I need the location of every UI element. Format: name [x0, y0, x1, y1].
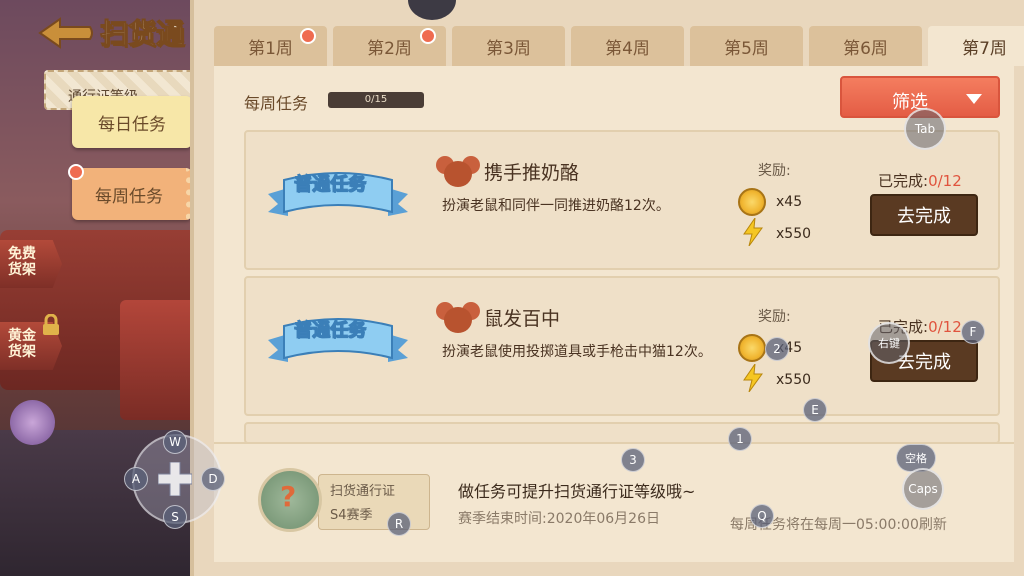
key-space[interactable]: 空格	[896, 444, 936, 472]
task-card: 普通任务 携手推奶酪 扮演老鼠和同伴一同推进奶酪12次。 奖励: x45 x55…	[244, 130, 1000, 270]
page-title: 扫货通	[99, 17, 185, 51]
key-tab[interactable]: Tab	[904, 108, 946, 150]
tab-week-3[interactable]: 第3周	[452, 26, 565, 66]
lightning-icon	[743, 364, 763, 392]
week-1-dot	[300, 28, 316, 44]
weekly-progress-bar: 0/15	[328, 92, 424, 108]
energy-reward: x550	[776, 226, 812, 242]
top-avatar-icon	[408, 0, 456, 20]
go-complete-button[interactable]: 去完成	[870, 194, 978, 236]
key-s[interactable]: S	[163, 505, 187, 529]
question-mark-icon: ?	[280, 480, 297, 513]
tip-text: 做任务可提升扫货通行证等级哦~	[458, 482, 696, 501]
task-title: 鼠发百中	[484, 308, 561, 330]
task-description: 扮演老鼠和同伴一同推进奶酪12次。	[442, 198, 670, 214]
tab-week-3-label: 第3周	[486, 38, 531, 59]
gold-shelf-label: 黄金货架	[8, 328, 36, 360]
key-d[interactable]: D	[201, 467, 225, 491]
mouse-head-icon	[436, 302, 480, 333]
pass-name: 扫货通行证	[330, 484, 396, 499]
completion-label: 已完成:	[878, 172, 929, 190]
completion-status: 已完成:0/12	[878, 170, 962, 191]
tab-daily-tasks[interactable]: 每日任务	[72, 96, 192, 148]
tab-week-4[interactable]: 第4周	[571, 26, 684, 66]
dpad-cross-icon	[158, 462, 192, 496]
chevron-down-icon	[966, 94, 982, 104]
footer-bar: ? 扫货通行证 S4赛季 做任务可提升扫货通行证等级哦~ 赛季结束时间:2020…	[214, 442, 1014, 562]
tab-week-2-label: 第2周	[367, 38, 412, 59]
tab-week-5[interactable]: 第5周	[690, 26, 803, 66]
key-3[interactable]: 3	[621, 448, 645, 472]
tab-week-7[interactable]: 第7周	[928, 26, 1024, 66]
lock-icon	[43, 314, 59, 335]
weekly-tasks-heading: 每周任务	[244, 94, 309, 113]
completion-count: 0/12	[928, 318, 962, 336]
task-card-partial	[244, 422, 1000, 444]
task-type-label: 普通任务	[294, 320, 367, 342]
notification-dot	[68, 164, 84, 180]
key-w[interactable]: W	[163, 430, 187, 454]
mouse-head-icon	[436, 156, 480, 187]
key-e[interactable]: E	[803, 398, 827, 422]
coin-reward: x45	[776, 194, 803, 210]
week-tabs: 第1周 第2周 第3周 第4周 第5周 第6周 第7周	[214, 26, 1024, 66]
back-arrow-icon[interactable]	[36, 16, 96, 50]
task-description: 扮演老鼠使用投掷道具或手枪击中猫12次。	[442, 344, 712, 360]
completion-count: 0/12	[928, 172, 962, 190]
key-1[interactable]: 1	[728, 427, 752, 451]
free-shelf-label: 免费货架	[8, 246, 36, 278]
key-f[interactable]: F	[961, 320, 985, 344]
key-q[interactable]: Q	[750, 504, 774, 528]
tab-week-6-label: 第6周	[843, 38, 888, 59]
energy-reward: x550	[776, 372, 812, 388]
pass-season: S4赛季	[330, 508, 373, 523]
key-2[interactable]: 2	[765, 337, 789, 361]
tab-weekly-tasks[interactable]: 每周任务	[72, 168, 192, 220]
week-2-dot	[420, 28, 436, 44]
lightning-icon	[743, 218, 763, 246]
task-title: 携手推奶酪	[484, 162, 580, 184]
key-a[interactable]: A	[124, 467, 148, 491]
flower-decoration	[10, 400, 55, 445]
key-r[interactable]: R	[387, 512, 411, 536]
season-end-date: 赛季结束时间:2020年06月26日	[458, 511, 660, 527]
reward-label: 奖励:	[758, 163, 791, 179]
tab-week-7-label: 第7周	[962, 38, 1007, 59]
key-caps[interactable]: Caps	[902, 468, 944, 510]
key-right-click[interactable]: 右键	[868, 322, 910, 364]
tab-week-6[interactable]: 第6周	[809, 26, 922, 66]
tab-week-4-label: 第4周	[605, 38, 650, 59]
reward-label: 奖励:	[758, 309, 791, 325]
coin-icon	[738, 334, 766, 362]
tab-weekly-label: 每周任务	[95, 186, 163, 207]
tab-daily-label: 每日任务	[98, 114, 166, 135]
tab-week-5-label: 第5周	[724, 38, 769, 59]
tab-week-1-label: 第1周	[248, 38, 293, 59]
coin-icon	[738, 188, 766, 216]
free-shelf-button[interactable]: 免费货架	[0, 240, 62, 288]
task-type-label: 普通任务	[294, 174, 367, 196]
go-complete-label: 去完成	[897, 206, 951, 227]
weekly-task-panel: 第1周 第2周 第3周 第4周 第5周 第6周 第7周 每周任务 0/15 筛选…	[190, 0, 1024, 576]
